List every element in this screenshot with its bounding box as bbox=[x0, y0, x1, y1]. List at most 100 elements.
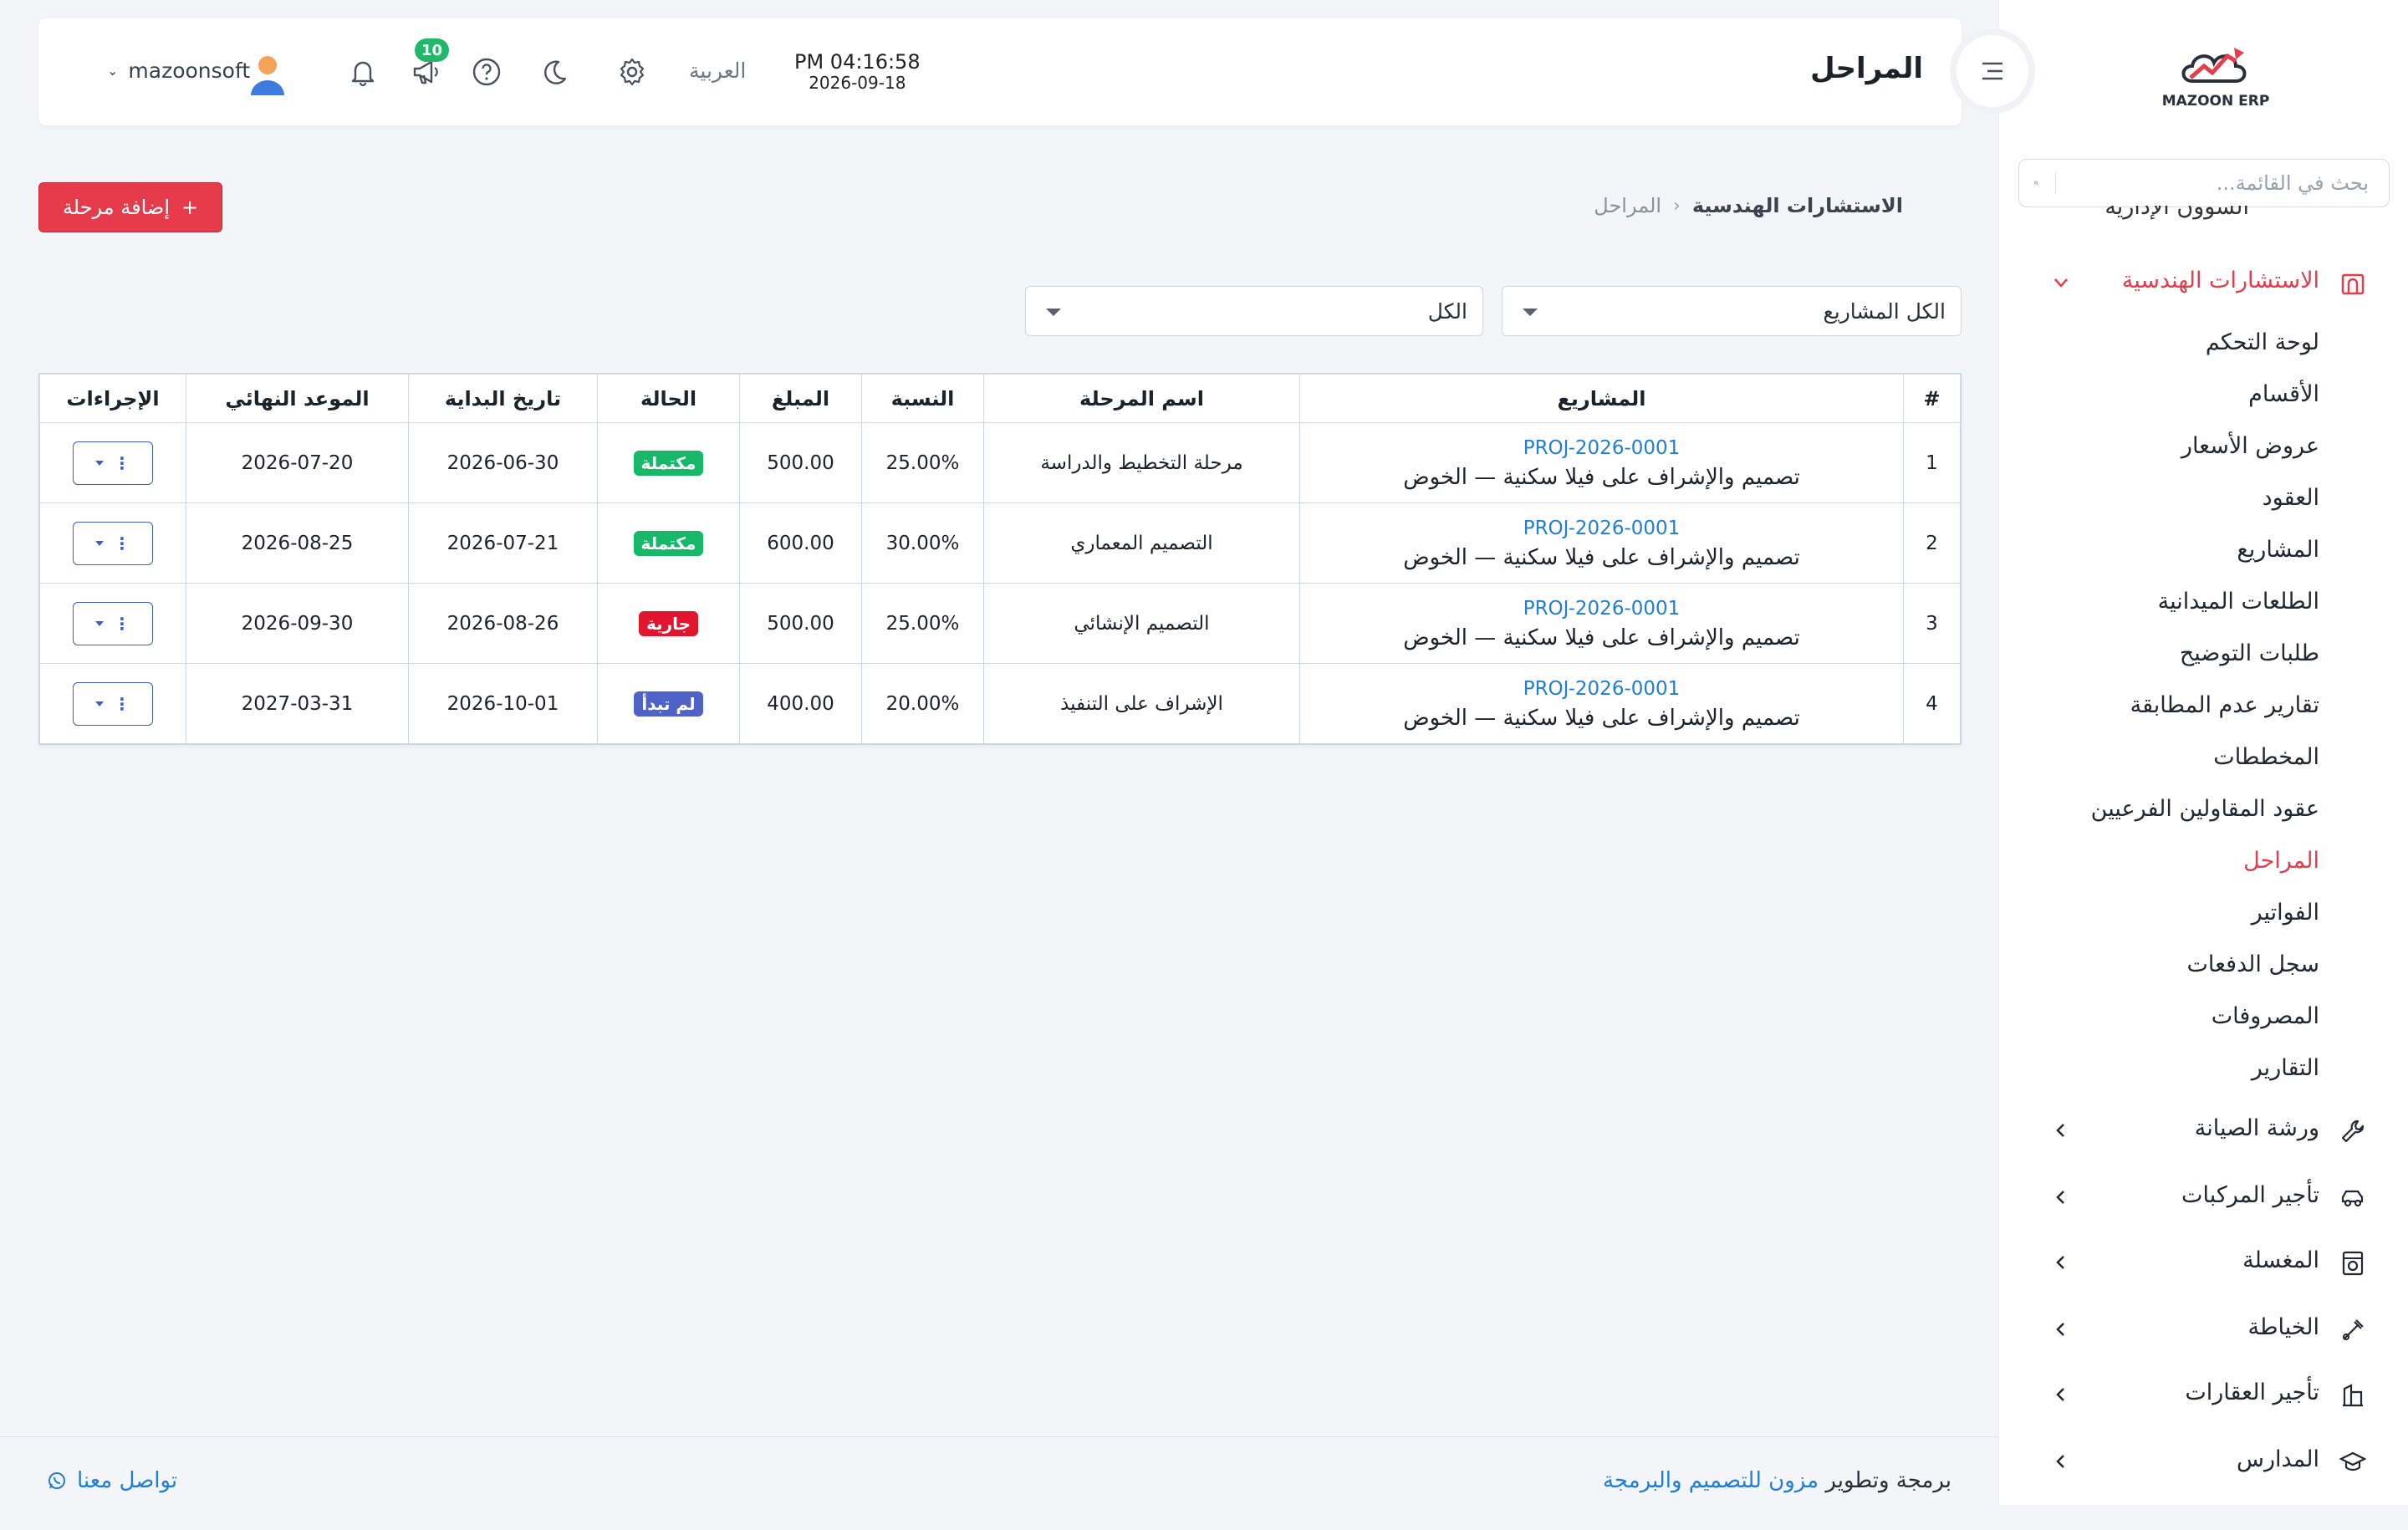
project-code-link[interactable]: PROJ-2026-0001 bbox=[1301, 434, 1902, 462]
stage-amount: 400.00 bbox=[739, 663, 862, 744]
contact-label: تواصل معنا bbox=[77, 1468, 178, 1493]
language-switch[interactable]: العربية bbox=[689, 59, 746, 83]
row-actions-dropdown-button[interactable]: ⋮ bbox=[73, 521, 153, 565]
row-number: 3 bbox=[1903, 583, 1961, 664]
status-filter-select[interactable]: الكل bbox=[1025, 286, 1483, 336]
sidebar-item-subcontracts[interactable]: عقود المقاولين الفرعيين bbox=[2018, 783, 2319, 834]
notification-count-badge: 10 bbox=[415, 38, 450, 62]
stages-table: # المشاريع اسم المرحلة النسبة المبلغ الح… bbox=[38, 373, 1962, 745]
chevron-left-icon: ‹ bbox=[1673, 195, 1681, 217]
sidebar-group-tailoring[interactable]: الخياطة bbox=[2015, 1304, 2408, 1354]
sidebar-toggle-button[interactable] bbox=[1956, 35, 2028, 107]
table-row[interactable]: 4 PROJ-2026-0001 تصميم والإشراف على فيلا… bbox=[39, 663, 1961, 744]
avatar[interactable] bbox=[247, 52, 288, 95]
sidebar-item-expenses[interactable]: المصروفات bbox=[2018, 990, 2319, 1042]
kebab-icon: ⋮ bbox=[114, 533, 130, 553]
kebab-icon: ⋮ bbox=[114, 452, 130, 473]
project-code-link[interactable]: PROJ-2026-0001 bbox=[1301, 675, 1902, 703]
clock-date: 2026-09-18 bbox=[809, 73, 906, 93]
sidebar-group-label: الخياطة bbox=[2247, 1314, 2320, 1340]
deadline: 2026-07-20 bbox=[186, 422, 409, 503]
status-badge: لم تبدأ bbox=[634, 691, 703, 717]
status-cell: مكتملة bbox=[597, 422, 740, 503]
search-icon[interactable] bbox=[2034, 172, 2056, 194]
sidebar-item-dashboard[interactable]: لوحة التحكم bbox=[2018, 316, 2319, 368]
sidebar-group-engineering[interactable]: الاستشارات الهندسية bbox=[2015, 258, 2408, 308]
status-badge: مكتملة bbox=[633, 450, 704, 476]
sidebar-item-stages[interactable]: المراحل bbox=[2018, 834, 2319, 886]
sidebar-group-maintenance[interactable]: ورشة الصيانة bbox=[2015, 1105, 2408, 1155]
contact-us-link[interactable]: تواصل معنا bbox=[47, 1468, 177, 1493]
row-actions-dropdown-button[interactable]: ⋮ bbox=[73, 601, 153, 645]
table-row[interactable]: 1 PROJ-2026-0001 تصميم والإشراف على فيلا… bbox=[39, 422, 1961, 503]
sidebar-item-admin-cut[interactable]: الشؤون الإدارية bbox=[2007, 206, 2358, 231]
sidebar-submenu: لوحة التحكم الأقسام عروض الأسعار العقود … bbox=[2018, 316, 2319, 1094]
real-estate-icon bbox=[2339, 1382, 2366, 1409]
sidebar-item-ncr-reports[interactable]: تقارير عدم المطابقة bbox=[2018, 679, 2319, 731]
sidebar-search-input[interactable] bbox=[2068, 160, 2374, 207]
footer-credits: برمجة وتطوير مزون للتصميم والبرمجة bbox=[1603, 1468, 1951, 1493]
project-cell: PROJ-2026-0001 تصميم والإشراف على فيلا س… bbox=[1299, 422, 1904, 503]
sidebar-item-invoices[interactable]: الفواتير bbox=[2018, 886, 2319, 938]
table-row[interactable]: 3 PROJ-2026-0001 تصميم والإشراف على فيلا… bbox=[39, 583, 1961, 664]
sidebar-item-contracts[interactable]: العقود bbox=[2018, 472, 2319, 523]
status-badge: جارية bbox=[638, 610, 699, 636]
sidebar-group-real-estate[interactable]: تأجير العقارات bbox=[2015, 1369, 2408, 1420]
chevron-down-icon bbox=[2050, 272, 2072, 293]
sidebar-item-quotations[interactable]: عروض الأسعار bbox=[2018, 420, 2319, 472]
stage-percent: 25.00% bbox=[861, 583, 984, 664]
add-stage-button[interactable]: + إضافة مرحلة bbox=[38, 182, 222, 232]
sidebar-group-label: المدارس bbox=[2236, 1446, 2319, 1472]
caret-down-icon bbox=[1046, 309, 1061, 316]
sidebar-group-schools[interactable]: المدارس bbox=[2015, 1436, 2408, 1487]
deadline: 2027-03-31 bbox=[186, 663, 409, 744]
row-number: 2 bbox=[1903, 502, 1961, 584]
wrench-icon bbox=[2339, 1118, 2366, 1145]
user-menu[interactable]: ⌄ mazoonsoft bbox=[107, 59, 250, 83]
table-row[interactable]: 2 PROJ-2026-0001 تصميم والإشراف على فيلا… bbox=[39, 502, 1961, 584]
add-stage-label: إضافة مرحلة bbox=[62, 196, 170, 219]
sidebar-item-rfis[interactable]: طلبات التوضيح bbox=[2018, 627, 2319, 679]
col-header-deadline[interactable]: الموعد النهائي bbox=[186, 374, 409, 423]
sidebar-group-car-rental[interactable]: تأجير المركبات bbox=[2015, 1172, 2408, 1222]
sidebar-item-reports[interactable]: التقارير bbox=[2018, 1042, 2319, 1094]
app-logo[interactable]: MAZOON ERP bbox=[2157, 33, 2274, 117]
logo-text: MAZOON ERP bbox=[2161, 93, 2270, 110]
footer-company-link[interactable]: مزون للتصميم والبرمجة bbox=[1603, 1468, 1819, 1493]
bell-icon[interactable] bbox=[346, 55, 380, 89]
sidebar-item-payments-log[interactable]: سجل الدفعات bbox=[2018, 938, 2319, 990]
project-code-link[interactable]: PROJ-2026-0001 bbox=[1301, 594, 1902, 623]
col-header-percent[interactable]: النسبة bbox=[861, 374, 984, 423]
status-badge: مكتملة bbox=[633, 530, 704, 556]
col-header-amount[interactable]: المبلغ bbox=[739, 374, 862, 423]
breadcrumb-current: المراحل bbox=[1594, 194, 1662, 217]
page-title: المراحل bbox=[1810, 52, 1923, 85]
gear-icon[interactable] bbox=[615, 55, 649, 89]
dark-mode-moon-icon[interactable] bbox=[537, 55, 570, 89]
sidebar-item-departments[interactable]: الأقسام bbox=[2018, 368, 2319, 420]
col-header-status[interactable]: الحالة bbox=[597, 374, 740, 423]
project-filter-select[interactable]: الكل المشاريع bbox=[1502, 286, 1962, 336]
row-actions-dropdown-button[interactable]: ⋮ bbox=[73, 681, 153, 726]
project-code-link[interactable]: PROJ-2026-0001 bbox=[1301, 514, 1902, 543]
laundry-icon bbox=[2339, 1250, 2366, 1277]
top-bar: المراحل PM 04:16:58 2026-09-18 العربية 1… bbox=[38, 18, 1962, 125]
breadcrumb: الاستشارات الهندسية ‹ المراحل bbox=[1594, 194, 1903, 217]
sidebar-item-site-visits[interactable]: الطلعات الميدانية bbox=[2018, 575, 2319, 627]
actions-cell: ⋮ bbox=[39, 663, 186, 744]
sidebar-item-drawings[interactable]: المخططات bbox=[2018, 731, 2319, 783]
row-number: 1 bbox=[1903, 422, 1961, 503]
col-header-start-date[interactable]: تاريخ البداية bbox=[408, 374, 598, 423]
row-actions-dropdown-button[interactable]: ⋮ bbox=[73, 441, 153, 485]
col-header-projects[interactable]: المشاريع bbox=[1299, 374, 1904, 423]
footer-prefix: برمجة وتطوير bbox=[1825, 1468, 1951, 1493]
help-icon[interactable] bbox=[470, 55, 503, 89]
sidebar-item-projects[interactable]: المشاريع bbox=[2018, 523, 2319, 575]
breadcrumb-parent[interactable]: الاستشارات الهندسية bbox=[1692, 194, 1903, 217]
sidebar-group-laundry[interactable]: المغسلة bbox=[2015, 1237, 2408, 1288]
caret-down-icon bbox=[95, 701, 104, 706]
sidebar: MAZOON ERP الشؤون الإدارية الاستشارات ال… bbox=[1998, 0, 2408, 1505]
announcements-megaphone-icon[interactable]: 10 bbox=[410, 38, 450, 89]
graduation-cap-icon bbox=[2339, 1449, 2367, 1476]
col-header-stage-name[interactable]: اسم المرحلة bbox=[983, 374, 1300, 423]
